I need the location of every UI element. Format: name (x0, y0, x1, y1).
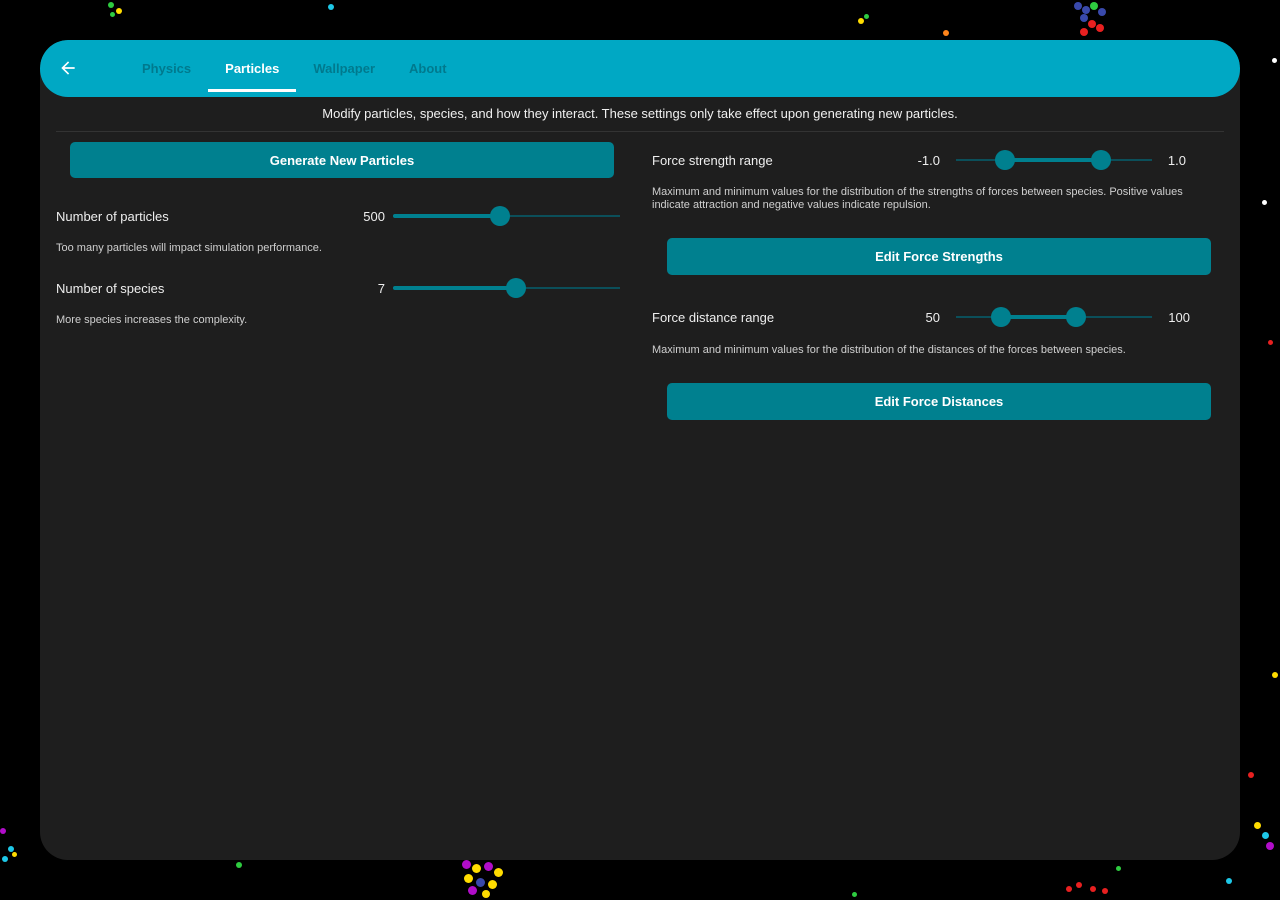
particle (1102, 888, 1108, 894)
particle (1066, 886, 1072, 892)
particle (468, 886, 477, 895)
particle (12, 852, 17, 857)
particle (116, 8, 122, 14)
particle (328, 4, 334, 10)
distance-min-value: 50 (925, 310, 940, 325)
particle (1272, 672, 1278, 678)
back-button[interactable] (54, 54, 82, 82)
species-slider[interactable] (393, 276, 620, 300)
particles-value: 500 (363, 209, 385, 224)
species-value: 7 (377, 281, 385, 296)
arrow-left-icon (61, 61, 75, 75)
strength-min-value: -1.0 (917, 153, 940, 168)
tab-label: Physics (142, 61, 192, 76)
particle (108, 2, 114, 8)
particle (1098, 8, 1106, 16)
edit-force-distances-button[interactable]: Edit Force Distances (667, 383, 1211, 420)
particle (2, 856, 8, 862)
particle (484, 862, 493, 871)
generate-particles-button[interactable]: Generate New Particles (70, 142, 614, 178)
edit-force-distances-label: Edit Force Distances (874, 394, 1004, 409)
particle (858, 18, 864, 24)
particle (1116, 866, 1121, 871)
particle (1266, 842, 1274, 850)
particle (1080, 14, 1088, 22)
particle (1090, 886, 1096, 892)
particle (494, 868, 503, 877)
tab-particles[interactable]: Particles (208, 40, 297, 97)
particle (1080, 28, 1088, 36)
intro-text: Modify particles, species, and how they … (322, 106, 958, 121)
particle (462, 860, 471, 869)
particle (1226, 878, 1232, 884)
particle (1096, 24, 1104, 32)
particle (943, 30, 949, 36)
tab-label: About (409, 61, 447, 76)
particle (1076, 882, 1082, 888)
tab-physics[interactable]: Physics (125, 40, 208, 97)
distance-help: Maximum and minimum values for the distr… (652, 344, 1126, 356)
tab-wallpaper[interactable]: Wallpaper (296, 40, 392, 97)
particle (1272, 58, 1277, 63)
particle (472, 864, 481, 873)
particle (1082, 6, 1090, 14)
strength-max-value: 1.0 (1167, 153, 1186, 168)
strength-range-slider[interactable] (956, 148, 1152, 172)
particle (1090, 2, 1098, 10)
generate-particles-label: Generate New Particles (269, 152, 415, 168)
particle (1262, 200, 1267, 205)
particle (1074, 2, 1082, 10)
particle (464, 874, 473, 883)
particles-label: Number of particles (56, 209, 169, 224)
distance-range-slider[interactable] (956, 305, 1152, 329)
tab-bar: Physics Particles Wallpaper About (125, 40, 464, 97)
species-label: Number of species (56, 281, 165, 296)
edit-force-strengths-button[interactable]: Edit Force Strengths (667, 238, 1211, 275)
particle (852, 892, 857, 897)
app-bar: Physics Particles Wallpaper About (40, 40, 1240, 97)
tab-label: Wallpaper (313, 61, 376, 76)
species-help: More species increases the complexity. (56, 314, 248, 326)
particle (1248, 772, 1254, 778)
particle (476, 878, 485, 887)
particle (1088, 20, 1096, 28)
settings-dialog: Physics Particles Wallpaper About Modify… (40, 40, 1240, 860)
strength-range-label: Force strength range (652, 153, 773, 168)
particle (1254, 822, 1261, 829)
particle (488, 880, 497, 889)
distance-range-label: Force distance range (652, 310, 775, 325)
particle (0, 828, 6, 834)
particle (1268, 340, 1273, 345)
particle (1262, 832, 1269, 839)
tab-about[interactable]: About (392, 40, 464, 97)
tab-label: Particles (225, 61, 280, 76)
particle (110, 12, 115, 17)
particle (482, 890, 490, 898)
divider (56, 131, 1224, 132)
particles-help: Too many particles will impact simulatio… (56, 242, 322, 254)
particle (864, 14, 869, 19)
particle (236, 862, 242, 868)
distance-max-value: 100 (1168, 310, 1190, 325)
particles-slider[interactable] (393, 204, 620, 228)
edit-force-strengths-label: Edit Force Strengths (875, 249, 1003, 264)
strength-help: Maximum and minimum values for the distr… (652, 186, 1183, 211)
